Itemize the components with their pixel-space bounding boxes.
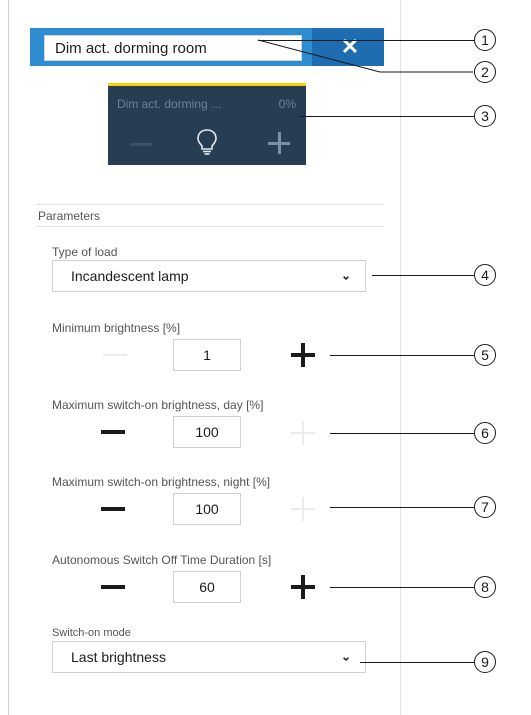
callout-number-9: 9	[474, 651, 496, 673]
callout-line-3	[299, 116, 474, 117]
callout-line-9	[360, 662, 474, 663]
callout-number-2: 2	[474, 61, 496, 83]
callout-number-1: 1	[474, 29, 496, 51]
callout-number-8: 8	[474, 576, 496, 598]
callout-number-7: 7	[474, 496, 496, 518]
callout-number-6: 6	[474, 422, 496, 444]
callout-number-5: 5	[474, 344, 496, 366]
callout-line-8	[330, 587, 474, 588]
callout-line-6	[330, 433, 474, 434]
callout-line-4	[372, 275, 474, 276]
callout-number-4: 4	[474, 264, 496, 286]
callout-line-5	[330, 355, 474, 356]
callout-line-7	[330, 507, 474, 508]
callout-number-3: 3	[474, 105, 496, 127]
callout-line-2	[257, 39, 473, 73]
